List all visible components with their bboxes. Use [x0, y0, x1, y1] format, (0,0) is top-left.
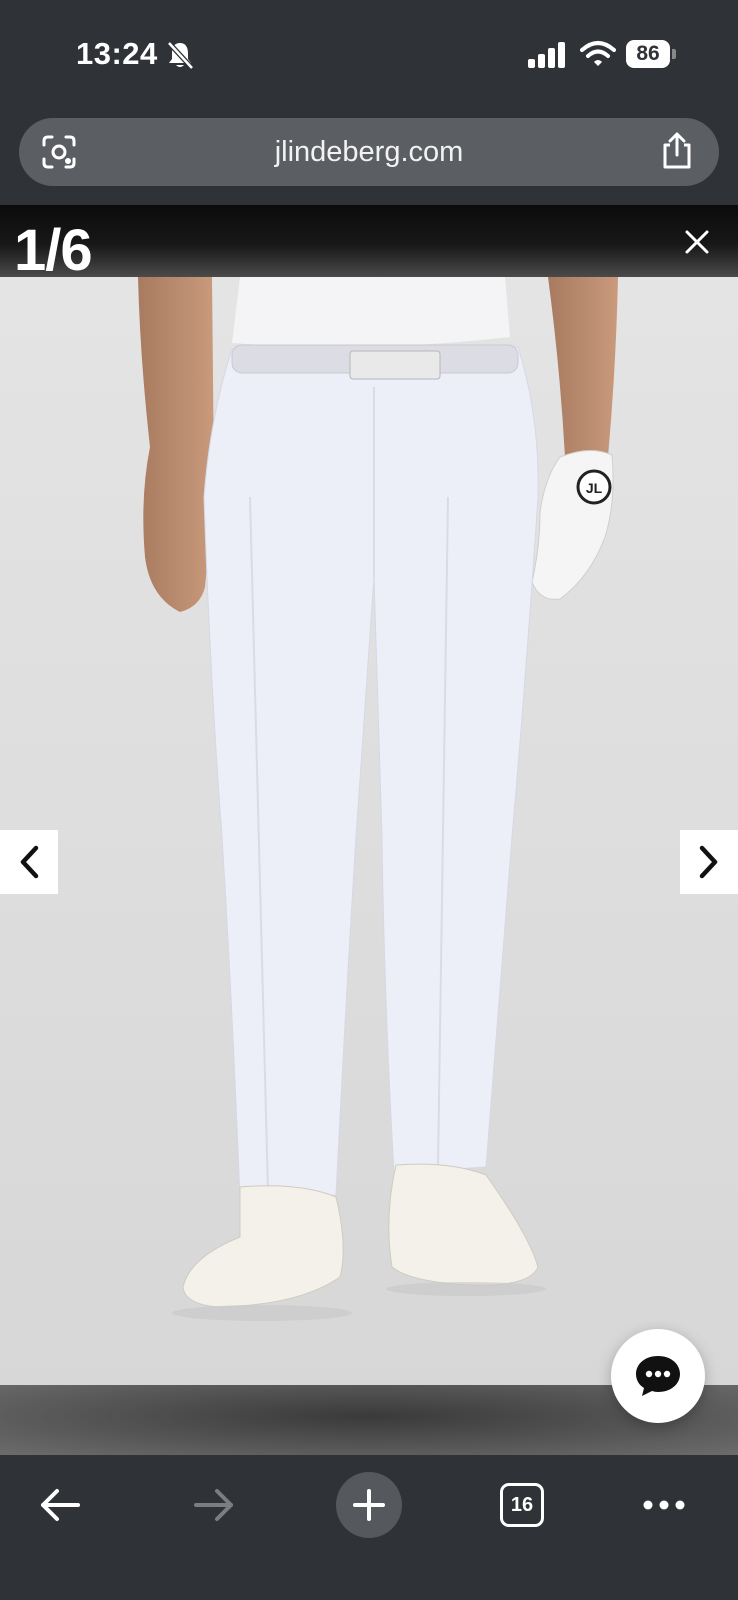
image-counter: 1/6: [14, 218, 93, 283]
more-menu-button[interactable]: [634, 1475, 694, 1535]
tab-count: 16: [510, 1493, 534, 1516]
status-bar: 13:24 86 jlindeberg.com: [0, 0, 738, 186]
chevron-left-icon: [20, 845, 39, 879]
forward-arrow-icon: [194, 1489, 233, 1521]
more-icon: [643, 1500, 685, 1510]
chevron-right-icon: [699, 845, 718, 879]
image-gallery: 1/6 JL: [0, 205, 738, 1455]
product-image: JL: [0, 277, 738, 1389]
bell-slash-icon: [167, 41, 194, 70]
chat-bubble-icon: [636, 1356, 680, 1396]
gallery-header: 1/6: [0, 205, 738, 283]
address-bar[interactable]: jlindeberg.com: [19, 118, 719, 186]
next-image-button[interactable]: [680, 830, 738, 894]
back-button[interactable]: [30, 1475, 90, 1535]
status-time: 13:24: [76, 36, 158, 71]
battery-level: 86: [626, 40, 670, 68]
chat-button[interactable]: [611, 1329, 705, 1423]
tabs-icon: 16: [500, 1483, 544, 1527]
browser-toolbar: 16: [0, 1455, 738, 1600]
url-text[interactable]: jlindeberg.com: [19, 136, 719, 169]
tab-switcher-button[interactable]: 16: [492, 1475, 552, 1535]
close-icon[interactable]: [684, 229, 710, 255]
back-arrow-icon: [41, 1489, 80, 1521]
svg-text:JL: JL: [586, 480, 603, 496]
cellular-signal-icon: [528, 42, 565, 68]
battery-tip: [672, 49, 676, 59]
share-icon[interactable]: [659, 132, 695, 170]
wifi-icon: [580, 41, 616, 66]
new-tab-button[interactable]: [336, 1472, 402, 1538]
battery-icon: 86: [626, 40, 676, 68]
forward-button[interactable]: [184, 1475, 244, 1535]
plus-icon: [353, 1489, 385, 1521]
previous-image-button[interactable]: [0, 830, 58, 894]
